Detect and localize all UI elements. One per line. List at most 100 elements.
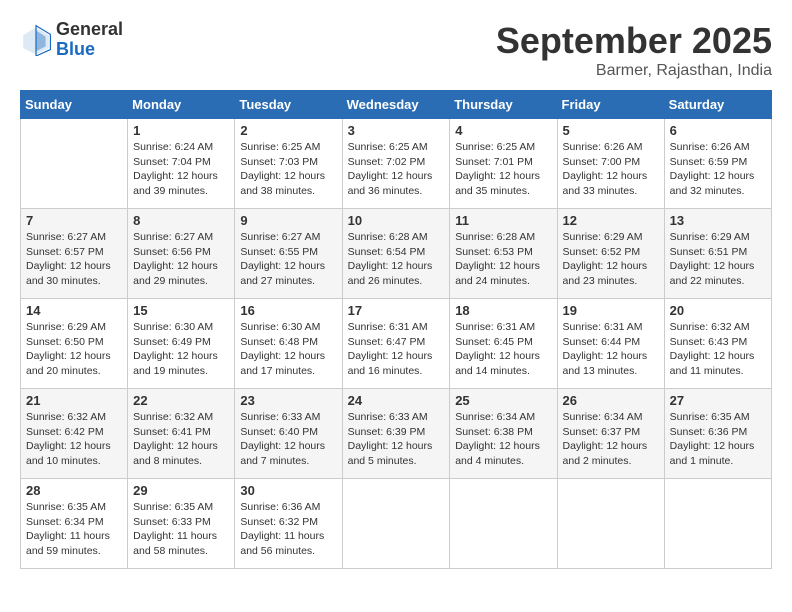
day-info: Sunrise: 6:31 AMSunset: 6:44 PMDaylight:… bbox=[563, 320, 659, 379]
day-number: 8 bbox=[133, 213, 229, 228]
day-number: 23 bbox=[240, 393, 336, 408]
day-info: Sunrise: 6:25 AMSunset: 7:01 PMDaylight:… bbox=[455, 140, 551, 199]
day-number: 20 bbox=[670, 303, 766, 318]
month-title: September 2025 bbox=[496, 20, 772, 62]
header-day: Sunday bbox=[21, 91, 128, 119]
day-info: Sunrise: 6:29 AMSunset: 6:50 PMDaylight:… bbox=[26, 320, 122, 379]
calendar-cell: 25 Sunrise: 6:34 AMSunset: 6:38 PMDayligh… bbox=[450, 389, 557, 479]
title-block: September 2025 Barmer, Rajasthan, India bbox=[496, 20, 772, 80]
calendar-cell: 28 Sunrise: 6:35 AMSunset: 6:34 PMDayligh… bbox=[21, 479, 128, 569]
day-info: Sunrise: 6:32 AMSunset: 6:41 PMDaylight:… bbox=[133, 410, 229, 469]
day-info: Sunrise: 6:29 AMSunset: 6:51 PMDaylight:… bbox=[670, 230, 766, 289]
day-info: Sunrise: 6:30 AMSunset: 6:49 PMDaylight:… bbox=[133, 320, 229, 379]
day-info: Sunrise: 6:25 AMSunset: 7:03 PMDaylight:… bbox=[240, 140, 336, 199]
day-number: 14 bbox=[26, 303, 122, 318]
day-info: Sunrise: 6:35 AMSunset: 6:34 PMDaylight:… bbox=[26, 500, 122, 559]
calendar-cell: 24 Sunrise: 6:33 AMSunset: 6:39 PMDayligh… bbox=[342, 389, 450, 479]
calendar-cell bbox=[557, 479, 664, 569]
day-number: 25 bbox=[455, 393, 551, 408]
day-number: 24 bbox=[348, 393, 445, 408]
header-day: Thursday bbox=[450, 91, 557, 119]
calendar-cell: 6Sunrise: 6:26 AMSunset: 6:59 PMDaylight… bbox=[664, 119, 771, 209]
calendar-cell: 21Sunrise: 6:32 AMSunset: 6:42 PMDayligh… bbox=[21, 389, 128, 479]
calendar-cell: 29 Sunrise: 6:35 AMSunset: 6:33 PMDayligh… bbox=[128, 479, 235, 569]
header-row: SundayMondayTuesdayWednesdayThursdayFrid… bbox=[21, 91, 772, 119]
calendar-cell: 11 Sunrise: 6:28 AMSunset: 6:53 PMDayligh… bbox=[450, 209, 557, 299]
calendar-cell: 20Sunrise: 6:32 AMSunset: 6:43 PMDayligh… bbox=[664, 299, 771, 389]
day-info: Sunrise: 6:31 AMSunset: 6:45 PMDaylight:… bbox=[455, 320, 551, 379]
day-info: Sunrise: 6:34 AMSunset: 6:38 PMDaylight:… bbox=[455, 410, 551, 469]
logo: General Blue bbox=[20, 20, 123, 60]
day-info: Sunrise: 6:35 AMSunset: 6:33 PMDaylight:… bbox=[133, 500, 229, 559]
calendar-cell: 26Sunrise: 6:34 AMSunset: 6:37 PMDayligh… bbox=[557, 389, 664, 479]
calendar-cell bbox=[342, 479, 450, 569]
day-number: 29 bbox=[133, 483, 229, 498]
calendar-week-row: 1 Sunrise: 6:24 AMSunset: 7:04 PMDaylight… bbox=[21, 119, 772, 209]
logo-general: General bbox=[56, 20, 123, 40]
calendar-cell: 27 Sunrise: 6:35 AMSunset: 6:36 PMDayligh… bbox=[664, 389, 771, 479]
day-number: 28 bbox=[26, 483, 122, 498]
day-info: Sunrise: 6:28 AMSunset: 6:54 PMDaylight:… bbox=[348, 230, 445, 289]
day-number: 30 bbox=[240, 483, 336, 498]
calendar-cell: 2 Sunrise: 6:25 AMSunset: 7:03 PMDaylight… bbox=[235, 119, 342, 209]
day-info: Sunrise: 6:33 AMSunset: 6:39 PMDaylight:… bbox=[348, 410, 445, 469]
day-number: 13 bbox=[670, 213, 766, 228]
day-info: Sunrise: 6:27 AMSunset: 6:57 PMDaylight:… bbox=[26, 230, 122, 289]
calendar-body: 1 Sunrise: 6:24 AMSunset: 7:04 PMDaylight… bbox=[21, 119, 772, 569]
logo-blue: Blue bbox=[56, 40, 123, 60]
day-info: Sunrise: 6:25 AMSunset: 7:02 PMDaylight:… bbox=[348, 140, 445, 199]
day-number: 4 bbox=[455, 123, 551, 138]
day-number: 27 bbox=[670, 393, 766, 408]
day-number: 1 bbox=[133, 123, 229, 138]
day-info: Sunrise: 6:35 AMSunset: 6:36 PMDaylight:… bbox=[670, 410, 766, 469]
header-day: Tuesday bbox=[235, 91, 342, 119]
calendar-cell bbox=[450, 479, 557, 569]
calendar-cell: 14 Sunrise: 6:29 AMSunset: 6:50 PMDayligh… bbox=[21, 299, 128, 389]
day-info: Sunrise: 6:33 AMSunset: 6:40 PMDaylight:… bbox=[240, 410, 336, 469]
calendar-cell: 7 Sunrise: 6:27 AMSunset: 6:57 PMDaylight… bbox=[21, 209, 128, 299]
day-number: 2 bbox=[240, 123, 336, 138]
calendar-cell bbox=[21, 119, 128, 209]
day-number: 21 bbox=[26, 393, 122, 408]
day-info: Sunrise: 6:27 AMSunset: 6:55 PMDaylight:… bbox=[240, 230, 336, 289]
calendar-cell: 3 Sunrise: 6:25 AMSunset: 7:02 PMDaylight… bbox=[342, 119, 450, 209]
day-info: Sunrise: 6:36 AMSunset: 6:32 PMDaylight:… bbox=[240, 500, 336, 559]
calendar-cell: 5 Sunrise: 6:26 AMSunset: 7:00 PMDaylight… bbox=[557, 119, 664, 209]
day-number: 7 bbox=[26, 213, 122, 228]
day-info: Sunrise: 6:26 AMSunset: 6:59 PMDaylight:… bbox=[670, 140, 766, 199]
day-info: Sunrise: 6:26 AMSunset: 7:00 PMDaylight:… bbox=[563, 140, 659, 199]
header-day: Wednesday bbox=[342, 91, 450, 119]
calendar-week-row: 28 Sunrise: 6:35 AMSunset: 6:34 PMDayligh… bbox=[21, 479, 772, 569]
day-info: Sunrise: 6:29 AMSunset: 6:52 PMDaylight:… bbox=[563, 230, 659, 289]
logo-text: General Blue bbox=[56, 20, 123, 60]
day-number: 11 bbox=[455, 213, 551, 228]
day-info: Sunrise: 6:24 AMSunset: 7:04 PMDaylight:… bbox=[133, 140, 229, 199]
logo-icon bbox=[20, 24, 52, 56]
day-number: 17 bbox=[348, 303, 445, 318]
day-info: Sunrise: 6:34 AMSunset: 6:37 PMDaylight:… bbox=[563, 410, 659, 469]
calendar-week-row: 21Sunrise: 6:32 AMSunset: 6:42 PMDayligh… bbox=[21, 389, 772, 479]
calendar-cell: 23 Sunrise: 6:33 AMSunset: 6:40 PMDayligh… bbox=[235, 389, 342, 479]
day-info: Sunrise: 6:28 AMSunset: 6:53 PMDaylight:… bbox=[455, 230, 551, 289]
calendar-cell: 12 Sunrise: 6:29 AMSunset: 6:52 PMDayligh… bbox=[557, 209, 664, 299]
day-number: 3 bbox=[348, 123, 445, 138]
header-day: Friday bbox=[557, 91, 664, 119]
day-number: 9 bbox=[240, 213, 336, 228]
calendar-header: SundayMondayTuesdayWednesdayThursdayFrid… bbox=[21, 91, 772, 119]
calendar-week-row: 7 Sunrise: 6:27 AMSunset: 6:57 PMDaylight… bbox=[21, 209, 772, 299]
calendar-cell: 18 Sunrise: 6:31 AMSunset: 6:45 PMDayligh… bbox=[450, 299, 557, 389]
day-number: 19 bbox=[563, 303, 659, 318]
day-number: 12 bbox=[563, 213, 659, 228]
calendar-cell: 10Sunrise: 6:28 AMSunset: 6:54 PMDayligh… bbox=[342, 209, 450, 299]
header-day: Monday bbox=[128, 91, 235, 119]
calendar-cell: 30 Sunrise: 6:36 AMSunset: 6:32 PMDayligh… bbox=[235, 479, 342, 569]
calendar-cell: 9 Sunrise: 6:27 AMSunset: 6:55 PMDaylight… bbox=[235, 209, 342, 299]
calendar-cell: 4 Sunrise: 6:25 AMSunset: 7:01 PMDaylight… bbox=[450, 119, 557, 209]
day-number: 18 bbox=[455, 303, 551, 318]
calendar-table: SundayMondayTuesdayWednesdayThursdayFrid… bbox=[20, 90, 772, 569]
header-day: Saturday bbox=[664, 91, 771, 119]
day-number: 5 bbox=[563, 123, 659, 138]
page-header: General Blue September 2025 Barmer, Raja… bbox=[20, 20, 772, 80]
calendar-cell: 13 Sunrise: 6:29 AMSunset: 6:51 PMDayligh… bbox=[664, 209, 771, 299]
day-number: 16 bbox=[240, 303, 336, 318]
